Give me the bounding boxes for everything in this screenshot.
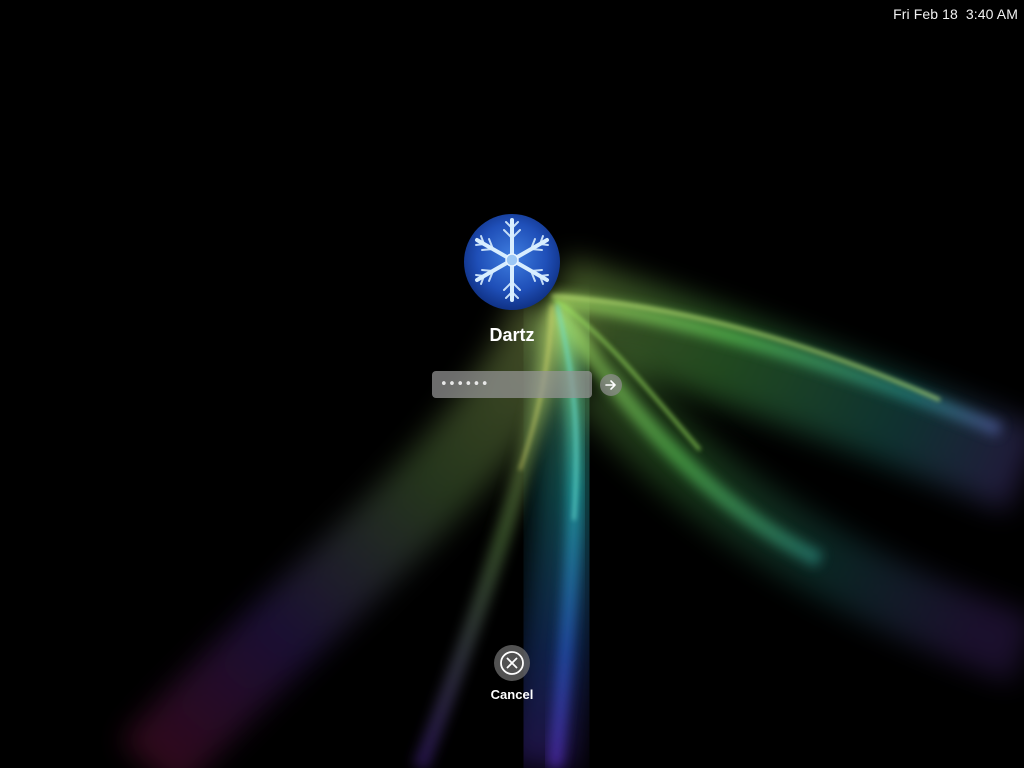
cancel-label: Cancel — [490, 687, 534, 702]
close-icon — [500, 651, 524, 675]
menubar-clock: Fri Feb 18 3:40 AM — [893, 6, 1018, 22]
login-submit-button[interactable] — [600, 374, 622, 396]
cancel-button[interactable] — [494, 645, 530, 681]
login-screen: Fri Feb 18 3:40 AM Dartz •••••• Cancel — [0, 0, 1024, 768]
snowflake-icon — [464, 214, 560, 310]
username-label: Dartz — [489, 325, 535, 345]
cancel-control: Cancel — [472, 645, 552, 702]
arrow-right-icon — [605, 380, 616, 390]
password-field[interactable] — [432, 371, 592, 398]
user-avatar[interactable] — [464, 214, 560, 310]
